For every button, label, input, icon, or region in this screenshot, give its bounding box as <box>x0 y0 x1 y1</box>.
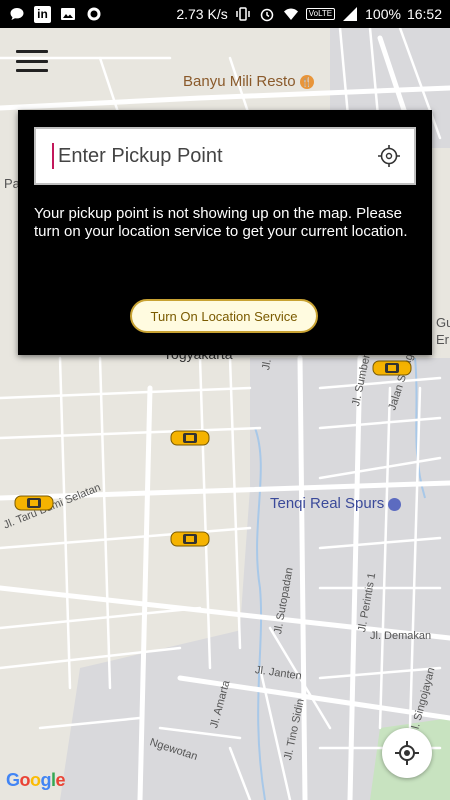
poi-tenqi-label: Tenqi Real Spurs <box>270 495 385 512</box>
map-label-gu: Gu <box>436 315 450 330</box>
status-bar: in 2.73 K/s VoLTE 100% 16:52 <box>0 0 450 28</box>
location-message: Your pickup point is not showing up on t… <box>34 205 408 240</box>
crosshair-icon <box>395 741 419 765</box>
pickup-field[interactable] <box>34 127 416 185</box>
restaurant-icon: 🍴 <box>299 75 314 90</box>
circle-app-icon <box>85 6 103 22</box>
hamburger-line <box>16 59 48 63</box>
poi-banyu-label: Banyu Mili Resto <box>183 73 296 90</box>
street-jl-partial: Jl. <box>260 358 274 372</box>
status-right: 2.73 K/s VoLTE 100% 16:52 <box>176 6 450 22</box>
taxi-marker[interactable] <box>372 358 412 378</box>
menu-button[interactable] <box>14 46 50 76</box>
poi-banyu-mili-resto[interactable]: Banyu Mili Resto 🍴 <box>183 73 314 90</box>
signal-icon <box>341 6 359 22</box>
alarm-icon <box>258 6 276 22</box>
pickup-input[interactable] <box>56 143 376 169</box>
vibrate-icon <box>234 6 252 22</box>
status-left-icons: in <box>0 5 103 23</box>
taxi-marker[interactable] <box>14 493 54 513</box>
text-cursor <box>52 143 54 169</box>
hamburger-line <box>16 50 48 53</box>
network-speed: 2.73 K/s <box>176 6 228 22</box>
taxi-marker[interactable] <box>170 529 210 549</box>
location-prompt-dialog: Your pickup point is not showing up on t… <box>18 110 432 355</box>
hamburger-line <box>16 69 48 72</box>
image-icon <box>59 6 77 22</box>
shopping-icon <box>388 497 402 511</box>
wifi-icon <box>282 6 300 22</box>
battery-percent: 100% <box>365 6 401 22</box>
turn-on-location-button[interactable]: Turn On Location Service <box>130 299 318 333</box>
street-demakan: Jl. Demakan <box>370 630 432 642</box>
map-label-er: Er <box>436 332 449 347</box>
clock: 16:52 <box>406 6 442 22</box>
my-location-button[interactable] <box>382 728 432 778</box>
taxi-marker[interactable] <box>170 428 210 448</box>
google-attribution: Google <box>6 770 66 790</box>
locate-target-icon[interactable] <box>376 143 402 169</box>
chat-bubble-icon <box>8 6 26 22</box>
poi-tenqi-real-spurs[interactable]: Tenqi Real Spurs <box>270 495 402 512</box>
volte-badge: VoLTE <box>305 8 336 20</box>
linkedin-icon: in <box>34 5 51 23</box>
